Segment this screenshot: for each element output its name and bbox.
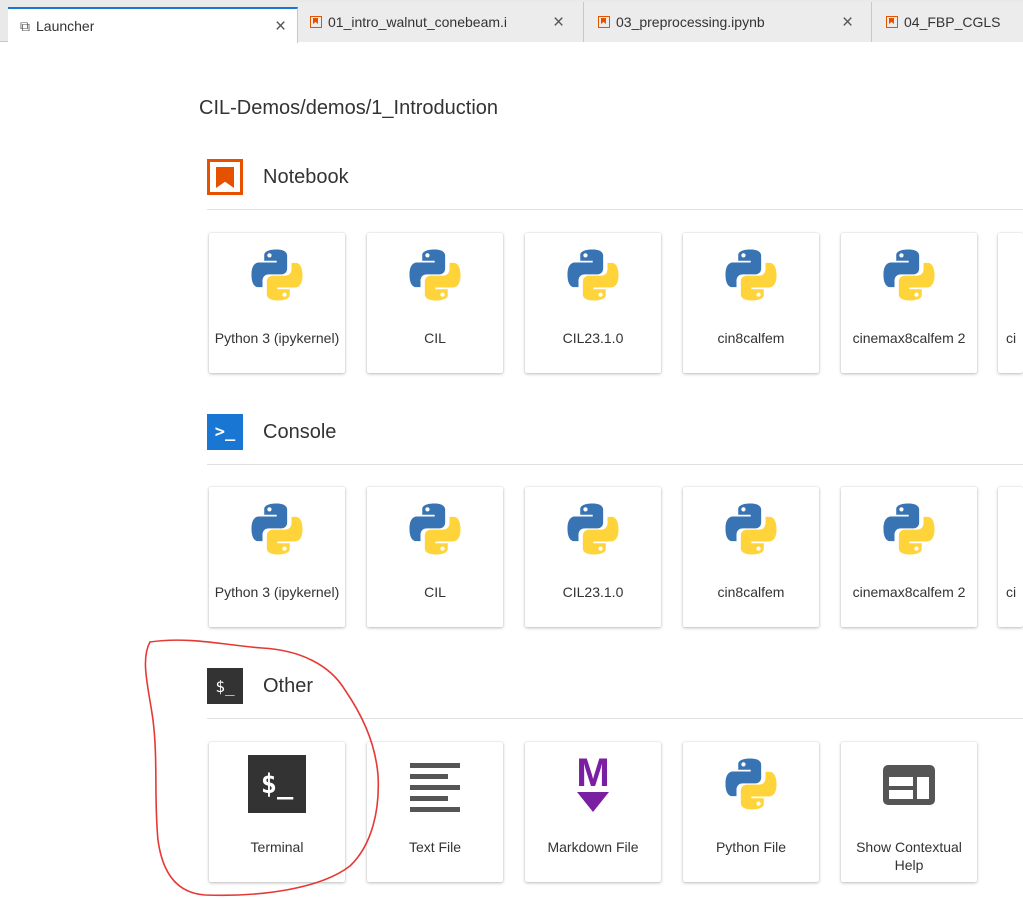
launcher-icon: ⧉: [20, 17, 30, 34]
tab-launcher[interactable]: ⧉ Launcher ×: [8, 7, 298, 43]
tab-label: 01_intro_walnut_conebeam.i: [328, 14, 508, 30]
python-icon: [721, 754, 781, 814]
other-card-text-file[interactable]: Text File: [367, 742, 503, 882]
notebook-icon: [886, 16, 898, 28]
other-card-python-file[interactable]: Python File: [683, 742, 819, 882]
terminal-glyph: $_: [248, 755, 306, 813]
tab-04-fbp-cgls[interactable]: 04_FBP_CGLS: [872, 2, 1023, 42]
section-title: Other: [263, 674, 314, 697]
card-label: Python 3 (ipykernel): [214, 584, 340, 600]
card-label: CIL23.1.0: [562, 584, 624, 600]
section-notebook-header: Notebook: [207, 157, 349, 197]
notebook-card-cinemax8calfem2[interactable]: cinemax8calfem 2: [841, 233, 977, 373]
divider: [207, 464, 1023, 465]
console-card-cil23[interactable]: CIL23.1.0: [525, 487, 661, 627]
console-card-python3[interactable]: Python 3 (ipykernel): [209, 487, 345, 627]
tab-03-preprocessing[interactable]: 03_preprocessing.ipynb ×: [584, 2, 872, 42]
divider: [207, 718, 1023, 719]
card-label: Markdown File: [547, 839, 639, 855]
markdown-icon: M: [563, 752, 623, 814]
terminal-icon: $_: [247, 754, 307, 814]
launcher-cwd: CIL-Demos/demos/1_Introduction: [199, 97, 499, 119]
terminal-icon: $_: [207, 668, 243, 704]
card-label: CIL23.1.0: [562, 330, 624, 346]
python-icon: [405, 245, 465, 305]
card-label: ci: [1006, 330, 1017, 346]
card-label: CIL: [424, 330, 446, 346]
section-console-header: >_ Console: [207, 412, 336, 452]
other-card-terminal[interactable]: $_ Terminal: [209, 742, 345, 882]
tab-label: 03_preprocessing.ipynb: [616, 14, 765, 30]
tab-01-intro[interactable]: 01_intro_walnut_conebeam.i ×: [298, 2, 584, 42]
card-label: Python 3 (ipykernel): [214, 330, 340, 346]
notebook-card-cin8calfem[interactable]: cin8calfem: [683, 233, 819, 373]
tab-label: 04_FBP_CGLS: [904, 14, 1001, 30]
card-label: Python File: [715, 839, 787, 855]
notebook-icon: [598, 16, 610, 28]
markdown-glyph: M: [576, 752, 609, 795]
card-label: cin8calfem: [717, 330, 785, 346]
close-icon[interactable]: ×: [553, 13, 564, 32]
python-icon: [721, 499, 781, 559]
card-label: cinemax8calfem 2: [852, 584, 966, 600]
python-icon: [721, 245, 781, 305]
section-other-header: $_ Other: [207, 666, 313, 706]
section-title: Console: [263, 420, 337, 443]
text-file-icon: [405, 754, 465, 814]
notebook-icon: [310, 16, 322, 28]
console-card-partial[interactable]: ci: [998, 487, 1023, 627]
python-icon: [879, 499, 939, 559]
python-icon: [563, 499, 623, 559]
card-label: ci: [1006, 584, 1017, 600]
divider: [207, 209, 1023, 210]
notebook-card-cil23[interactable]: CIL23.1.0: [525, 233, 661, 373]
python-icon: [563, 245, 623, 305]
contextual-help-icon: [879, 754, 939, 814]
console-card-cinemax8calfem2[interactable]: cinemax8calfem 2: [841, 487, 977, 627]
python-icon: [879, 245, 939, 305]
card-label: Text File: [408, 839, 462, 855]
close-icon[interactable]: ×: [275, 17, 286, 36]
section-title: Notebook: [263, 165, 349, 188]
tab-bar: ⧉ Launcher × 01_intro_walnut_conebeam.i …: [0, 0, 1023, 43]
card-label: cinemax8calfem 2: [852, 330, 966, 346]
card-label: CIL: [424, 584, 446, 600]
notebook-card-partial[interactable]: ci: [998, 233, 1023, 373]
console-card-cin8calfem[interactable]: cin8calfem: [683, 487, 819, 627]
other-card-markdown-file[interactable]: M Markdown File: [525, 742, 661, 882]
python-icon: [405, 499, 465, 559]
card-label: Terminal: [250, 839, 304, 855]
notebook-card-python3[interactable]: Python 3 (ipykernel): [209, 233, 345, 373]
notebook-icon: [207, 159, 243, 195]
python-icon: [247, 499, 307, 559]
other-card-contextual-help[interactable]: Show Contextual Help: [841, 742, 977, 882]
python-icon: [247, 245, 307, 305]
notebook-card-cil[interactable]: CIL: [367, 233, 503, 373]
card-label: cin8calfem: [717, 584, 785, 600]
card-label: Show Contextual Help: [856, 839, 962, 873]
tab-label: Launcher: [36, 18, 95, 34]
console-card-cil[interactable]: CIL: [367, 487, 503, 627]
console-icon: >_: [207, 414, 243, 450]
close-icon[interactable]: ×: [842, 13, 853, 32]
